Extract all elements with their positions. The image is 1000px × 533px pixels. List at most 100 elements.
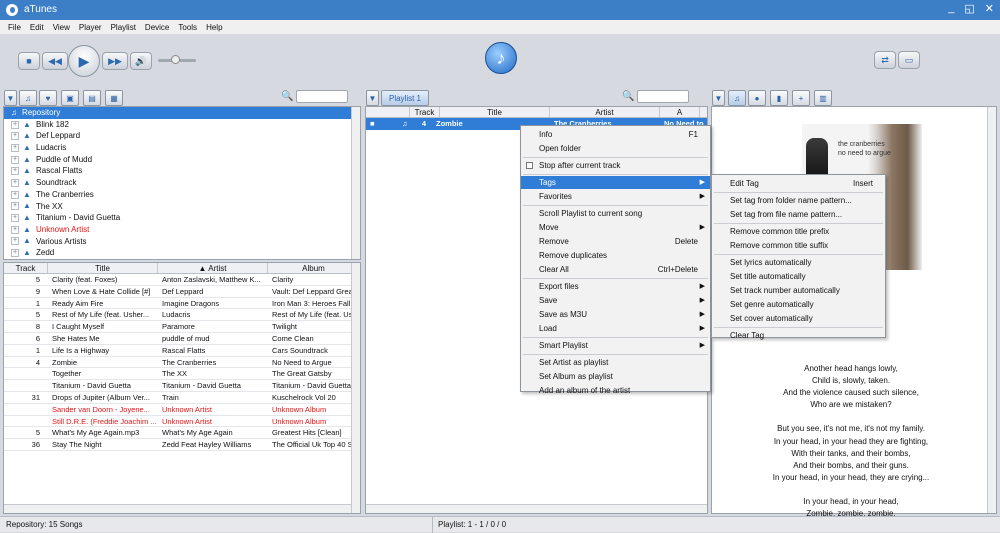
stop-button[interactable]: ■ [18, 52, 40, 70]
expand-icon[interactable]: + [11, 237, 19, 246]
mini-player-button[interactable]: ▭ [898, 51, 920, 69]
expand-icon[interactable]: + [11, 120, 19, 129]
table-row[interactable]: 8 I Caught Myself Paramore Twilight [4, 321, 360, 333]
checkbox-icon[interactable] [526, 162, 533, 169]
col-title[interactable]: Title [440, 107, 550, 117]
menu-item-save-as-m3u[interactable]: Save as M3U ▶ [521, 308, 710, 321]
menu-item-edit-tag[interactable]: Edit Tag Insert [712, 177, 885, 190]
videos-tab[interactable]: ▥ [814, 90, 832, 106]
menu-item-stop-after-current-track[interactable]: Stop after current track [521, 159, 710, 172]
next-button[interactable]: ▶▶ [102, 52, 128, 70]
tree-artist[interactable]: + ▲ Soundtrack [4, 177, 360, 189]
expand-icon[interactable]: + [11, 143, 19, 152]
songs-hscrollbar[interactable] [4, 504, 351, 513]
repeat-button[interactable]: ⇄ [874, 51, 896, 69]
menu-item-open-folder[interactable]: Open folder [521, 142, 710, 155]
menu-item-scroll-playlist-to-current-song[interactable]: Scroll Playlist to current song [521, 207, 710, 220]
table-row[interactable]: 5 What's My Age Again.mp3 What's My Age Ag… [4, 427, 360, 440]
table-row[interactable]: 4 Zombie The Cranberries No Need to Argue [4, 357, 360, 369]
expand-icon[interactable]: + [11, 132, 19, 141]
menu-item-set-tag-from-file-name-pattern[interactable]: Set tag from file name pattern... [712, 208, 885, 221]
menu-item-set-genre-automatically[interactable]: Set genre automatically [712, 298, 885, 311]
tree-artist[interactable]: + ▲ Zedd [4, 247, 360, 259]
playlist-dropdown-button[interactable]: ▼ [366, 90, 379, 106]
playlist-hscrollbar[interactable] [366, 504, 707, 513]
menu-file[interactable]: File [8, 23, 21, 32]
col-album[interactable]: Album [268, 263, 360, 273]
previous-button[interactable]: ◀◀ [42, 52, 68, 70]
table-row[interactable]: Together The XX The Great Gatsby [4, 368, 360, 381]
expand-icon[interactable]: + [11, 214, 19, 223]
menu-item-remove[interactable]: Remove Delete [521, 235, 710, 248]
menu-item-set-artist-as-playlist[interactable]: Set Artist as playlist [521, 356, 710, 369]
repository-search-input[interactable] [296, 90, 348, 103]
menu-item-set-lyrics-automatically[interactable]: Set lyrics automatically [712, 256, 885, 269]
tree-artist[interactable]: + ▲ The Cranberries [4, 189, 360, 201]
tree-repository[interactable]: ♫ Repository [4, 107, 360, 119]
expand-icon[interactable]: + [11, 190, 19, 199]
tree-artist[interactable]: + ▲ Ludacris [4, 142, 360, 154]
menu-item-smart-playlist[interactable]: Smart Playlist ▶ [521, 339, 710, 352]
tab-playlist-1[interactable]: Playlist 1 [381, 90, 429, 106]
menu-item-clear-all[interactable]: Clear All Ctrl+Delete [521, 263, 710, 276]
table-row[interactable]: 1 Ready Aim Fire Imagine Dragons Iron Man 3… [4, 298, 360, 310]
expand-icon[interactable]: + [11, 167, 19, 176]
menu-edit[interactable]: Edit [30, 23, 44, 32]
menu-item-add-an-album-of-the-artist[interactable]: Add an album of the artist [521, 384, 710, 397]
menu-item-remove-common-title-prefix[interactable]: Remove common title prefix [712, 225, 885, 238]
table-row[interactable]: 5 Rest of My Life (feat. Usher... Ludacris… [4, 309, 360, 322]
favorites-tab[interactable]: ♥ [39, 90, 57, 106]
table-row[interactable]: 6 She Hates Me puddle of mud Come Clean [4, 333, 360, 345]
menu-item-set-cover-automatically[interactable]: Set cover automatically [712, 312, 885, 325]
tree-artist[interactable]: + ▲ Def Leppard [4, 130, 360, 142]
menu-item-load[interactable]: Load ▶ [521, 322, 710, 335]
playlist-search-input[interactable] [637, 90, 689, 103]
song-info-tab[interactable]: ♫ [728, 90, 746, 106]
menu-item-save[interactable]: Save ▶ [521, 294, 710, 307]
menu-item-move[interactable]: Move ▶ [521, 221, 710, 234]
expand-icon[interactable]: + [11, 225, 19, 234]
artist-tab[interactable]: ▮ [770, 90, 788, 106]
table-row[interactable]: 9 When Love & Hate Collide [#] Def Leppard… [4, 286, 360, 298]
menu-item-set-track-number-automatically[interactable]: Set track number automatically [712, 284, 885, 297]
menu-tools[interactable]: Tools [178, 23, 197, 32]
close-button[interactable]: ✕ [985, 2, 994, 15]
row-checkbox[interactable]: ■ [366, 118, 398, 130]
left-dropdown-button[interactable]: ▼ [4, 90, 17, 106]
menu-view[interactable]: View [53, 23, 70, 32]
expand-icon[interactable]: + [11, 155, 19, 164]
menu-item-tags[interactable]: Tags ▶ [521, 176, 710, 189]
tree-artist[interactable]: + ▲ Titanium - David Guetta [4, 212, 360, 224]
tree-scrollbar[interactable] [351, 107, 360, 259]
tree-artist[interactable]: + ▲ Unknown Artist [4, 224, 360, 236]
menu-item-set-album-as-playlist[interactable]: Set Album as playlist [521, 370, 710, 383]
col-artist[interactable]: ▲ Artist [158, 263, 268, 273]
similar-artists-tab[interactable]: + [792, 90, 810, 106]
menu-playlist[interactable]: Playlist [111, 23, 136, 32]
device-tab[interactable]: ▣ [61, 90, 79, 106]
menu-item-info[interactable]: Info F1 [521, 128, 710, 141]
podcast-tab[interactable]: ▦ [105, 90, 123, 106]
expand-icon[interactable]: + [11, 178, 19, 187]
table-row[interactable]: 36 Stay The Night Zedd Feat Hayley William… [4, 439, 360, 451]
col-track[interactable]: Track [4, 263, 48, 273]
mute-button[interactable]: 🔊 [130, 52, 152, 70]
tree-artist[interactable]: + ▲ Blink 182 [4, 119, 360, 131]
table-row[interactable]: Titanium - David Guetta Titanium - David … [4, 380, 360, 392]
menu-item-remove-common-title-suffix[interactable]: Remove common title suffix [712, 239, 885, 252]
col-track[interactable]: Track [410, 107, 440, 117]
context-dropdown-button[interactable]: ▼ [712, 90, 725, 106]
minimize-button[interactable]: _ [948, 2, 954, 15]
menu-item-set-tag-from-folder-name-pattern[interactable]: Set tag from folder name pattern... [712, 194, 885, 207]
menu-item-favorites[interactable]: Favorites ▶ [521, 190, 710, 203]
table-row[interactable]: Sander van Doorn - Joyene... Unknown Arti… [4, 404, 360, 416]
table-row[interactable]: 31 Drops of Jupiter (Album Ver... Train Kus… [4, 392, 360, 404]
tree-artist[interactable]: + ▲ Puddle of Mudd [4, 154, 360, 166]
table-row[interactable]: 1 Life Is a Highway Rascal Flatts Cars Soun… [4, 345, 360, 357]
play-button[interactable]: ▶ [68, 45, 100, 77]
expand-icon[interactable]: + [11, 202, 19, 211]
volume-slider-knob[interactable] [171, 55, 180, 64]
menu-item-export-files[interactable]: Export files ▶ [521, 280, 710, 293]
menu-item-clear-tag[interactable]: Clear Tag [712, 329, 885, 342]
maximize-button[interactable]: ◱ [964, 2, 974, 15]
